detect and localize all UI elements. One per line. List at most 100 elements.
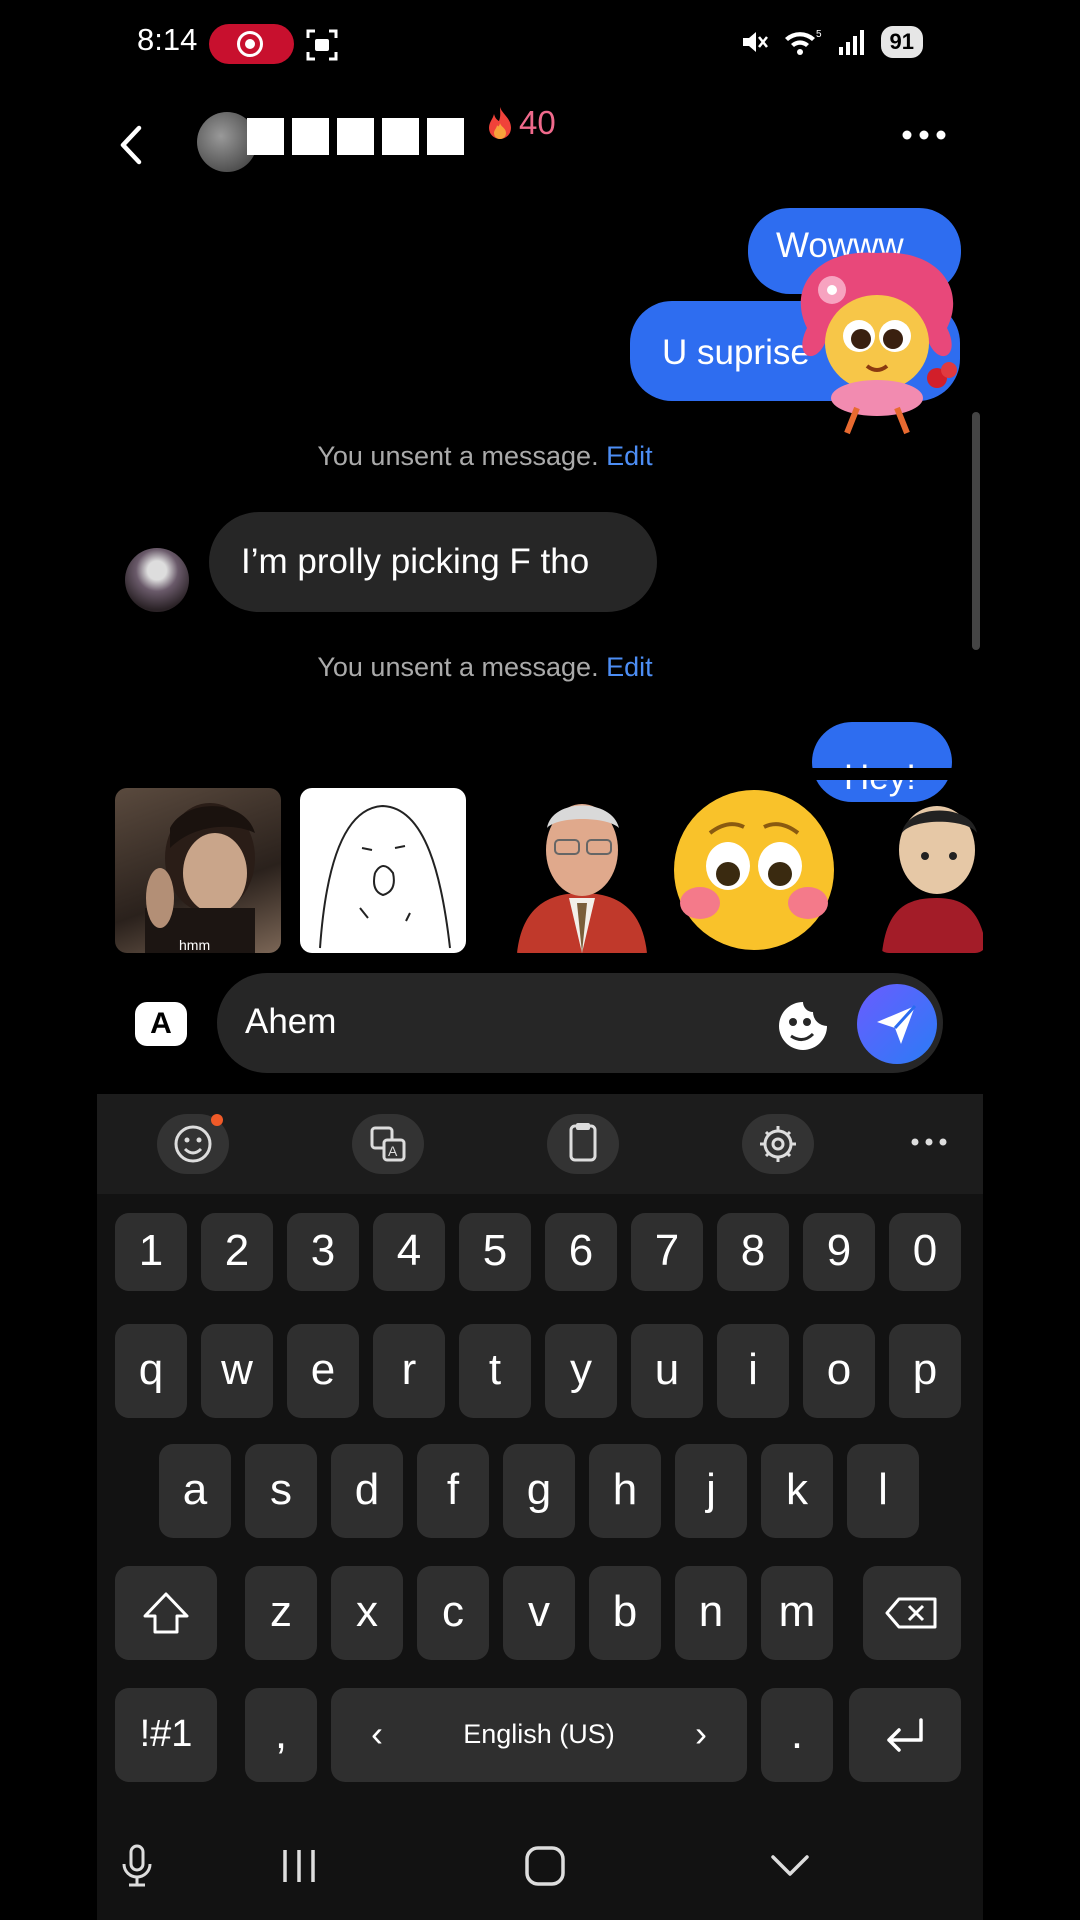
- key[interactable]: 0: [889, 1213, 961, 1291]
- man-sticker: [517, 804, 647, 953]
- key[interactable]: i: [717, 1324, 789, 1418]
- flushed-emoji-sticker[interactable]: [670, 788, 838, 953]
- home-icon[interactable]: [523, 1845, 567, 1887]
- signal-icon: [838, 30, 864, 55]
- key[interactable]: j: [675, 1444, 747, 1538]
- microphone-icon[interactable]: [119, 1844, 155, 1888]
- key[interactable]: z: [245, 1566, 317, 1660]
- phone-screen: 8:14 5 91 40 Wowww U suprise You unsent …: [97, 0, 983, 1920]
- keyboard-settings-button[interactable]: [742, 1114, 814, 1174]
- key[interactable]: s: [245, 1444, 317, 1538]
- streak-badge: 40: [485, 104, 556, 142]
- more-options-icon[interactable]: [901, 120, 947, 150]
- record-icon: [237, 31, 263, 57]
- key[interactable]: b: [589, 1566, 661, 1660]
- key[interactable]: k: [761, 1444, 833, 1538]
- clipboard-button[interactable]: [547, 1114, 619, 1174]
- key[interactable]: l: [847, 1444, 919, 1538]
- comma-key[interactable]: ,: [245, 1688, 317, 1782]
- sticker-suggestion-cartoon[interactable]: [877, 788, 983, 953]
- ghost-doodle: [319, 804, 451, 949]
- mute-icon: [742, 32, 768, 52]
- key[interactable]: 5: [459, 1213, 531, 1291]
- shift-key[interactable]: [115, 1566, 217, 1660]
- unsent-edit-link[interactable]: Edit: [606, 652, 653, 682]
- language-next-arrow: ›: [695, 1713, 707, 1754]
- person-photo: [145, 803, 255, 953]
- keyboard-switch-button[interactable]: A: [135, 1002, 187, 1046]
- unsent-text: You unsent a message.: [317, 652, 599, 682]
- status-icons: 5 91: [739, 22, 923, 62]
- chat-clip: [97, 768, 983, 780]
- key[interactable]: 4: [373, 1213, 445, 1291]
- emoji-icon: [174, 1114, 223, 1163]
- translate-button[interactable]: A: [352, 1114, 424, 1174]
- keyboard-more-icon[interactable]: [909, 1132, 949, 1152]
- key[interactable]: 3: [287, 1213, 359, 1291]
- send-button[interactable]: [857, 984, 937, 1064]
- unsent-edit-link[interactable]: Edit: [606, 441, 653, 471]
- key[interactable]: e: [287, 1324, 359, 1418]
- key[interactable]: d: [331, 1444, 403, 1538]
- unsent-notice: You unsent a message. Edit: [97, 652, 928, 683]
- recent-apps-icon[interactable]: [277, 1846, 321, 1886]
- contact-name-redacted[interactable]: [247, 118, 464, 155]
- key[interactable]: f: [417, 1444, 489, 1538]
- key[interactable]: u: [631, 1324, 703, 1418]
- language-label: English (US): [463, 1719, 615, 1749]
- cartoon-girl-sticker[interactable]: [787, 248, 967, 438]
- message-incoming[interactable]: I’m prolly picking F tho: [209, 512, 657, 612]
- enter-key[interactable]: [849, 1688, 961, 1782]
- key[interactable]: g: [503, 1444, 575, 1538]
- key[interactable]: w: [201, 1324, 273, 1418]
- back-icon[interactable]: [111, 120, 151, 170]
- enter-icon: [887, 1718, 923, 1752]
- screenshot-icon: [306, 29, 338, 61]
- cartoon-man: [882, 806, 983, 953]
- key[interactable]: n: [675, 1566, 747, 1660]
- period-key[interactable]: .: [761, 1688, 833, 1782]
- battery-indicator: 91: [880, 26, 923, 58]
- flushed-face: [674, 790, 834, 950]
- key[interactable]: m: [761, 1566, 833, 1660]
- send-icon: [877, 1004, 917, 1044]
- emoji-button[interactable]: [157, 1114, 229, 1174]
- key[interactable]: 2: [201, 1213, 273, 1291]
- sticker-icon[interactable]: [777, 1000, 829, 1052]
- wifi-icon: 5: [784, 29, 822, 55]
- key[interactable]: y: [545, 1324, 617, 1418]
- hide-keyboard-icon[interactable]: [769, 1852, 811, 1880]
- chat-scrollbar[interactable]: [972, 412, 980, 650]
- svg-text:A: A: [388, 1143, 398, 1159]
- key[interactable]: c: [417, 1566, 489, 1660]
- sticker-suggestion-drawing[interactable]: [300, 788, 466, 953]
- key[interactable]: 8: [717, 1213, 789, 1291]
- shift-icon: [143, 1592, 189, 1634]
- spacebar[interactable]: ‹ English (US) ›: [331, 1688, 747, 1782]
- message-input-text[interactable]: Ahem: [245, 1002, 336, 1042]
- key[interactable]: 7: [631, 1213, 703, 1291]
- backspace-key[interactable]: [863, 1566, 961, 1660]
- key[interactable]: t: [459, 1324, 531, 1418]
- key[interactable]: p: [889, 1324, 961, 1418]
- key[interactable]: h: [589, 1444, 661, 1538]
- keyboard-toolbar: [97, 1094, 983, 1194]
- clipboard-icon: [569, 1123, 597, 1162]
- symbols-key[interactable]: !#1: [115, 1688, 217, 1782]
- screen-recording-indicator: [209, 24, 294, 64]
- sender-avatar[interactable]: [125, 548, 189, 612]
- key[interactable]: r: [373, 1324, 445, 1418]
- key[interactable]: 6: [545, 1213, 617, 1291]
- unsent-notice: You unsent a message. Edit: [97, 441, 928, 472]
- sticker-suggestion-man[interactable]: [507, 788, 657, 953]
- key[interactable]: o: [803, 1324, 875, 1418]
- unsent-text: You unsent a message.: [317, 441, 599, 471]
- key[interactable]: x: [331, 1566, 403, 1660]
- key[interactable]: 9: [803, 1213, 875, 1291]
- streak-count: 40: [519, 104, 556, 141]
- key[interactable]: 1: [115, 1213, 187, 1291]
- key[interactable]: a: [159, 1444, 231, 1538]
- key[interactable]: v: [503, 1566, 575, 1660]
- key[interactable]: q: [115, 1324, 187, 1418]
- sticker-suggestion-photo[interactable]: hmm: [115, 788, 281, 953]
